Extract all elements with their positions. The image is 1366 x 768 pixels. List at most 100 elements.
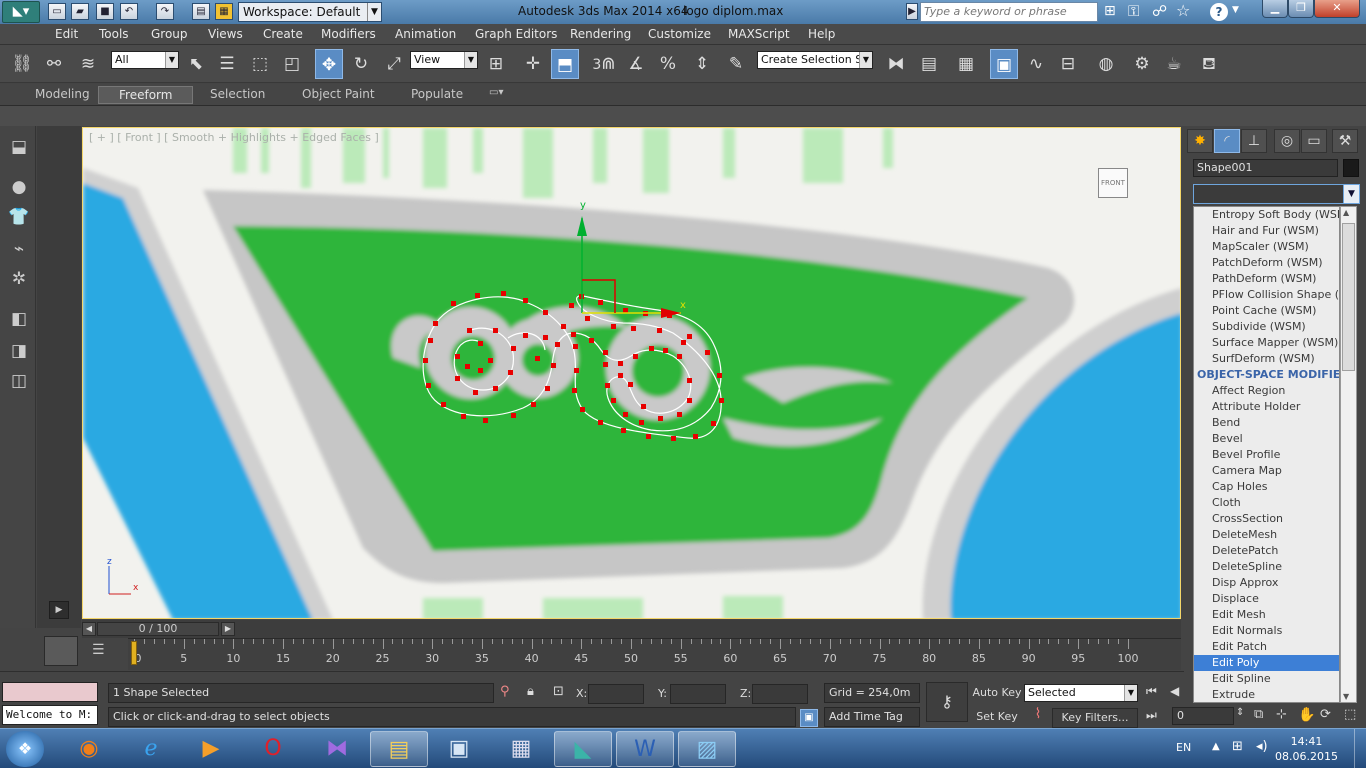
word-icon[interactable]: W <box>616 731 674 767</box>
render-production-icon[interactable]: ⛾ <box>1195 49 1223 79</box>
modifier-list-item[interactable]: Edit Mesh <box>1194 607 1339 623</box>
reference-coordinate-dropdown[interactable]: View ▼ <box>410 51 478 69</box>
layer-manager-icon[interactable]: ▦ <box>952 49 980 79</box>
start-button-icon[interactable]: ❖ <box>6 731 44 767</box>
menu-animation[interactable]: Animation <box>395 27 456 41</box>
motion-mixer-icon[interactable]: ◫ <box>6 368 32 394</box>
time-cursor[interactable] <box>131 641 137 665</box>
menu-help[interactable]: Help <box>808 27 835 41</box>
maximize-viewport-icon[interactable]: ⬚ <box>1344 707 1356 722</box>
firefox-icon[interactable]: ◉ <box>60 731 118 767</box>
tray-arrow-icon[interactable]: ▲ <box>1212 741 1220 752</box>
pan-hand-icon[interactable]: ✋ <box>1298 707 1315 723</box>
binoculars-icon[interactable]: ⊞ <box>1104 3 1116 19</box>
track-view-icon[interactable]: ◨ <box>6 338 32 364</box>
time-tag-icon[interactable]: ▣ <box>800 709 818 727</box>
rendered-frame-window-icon[interactable]: ☕ <box>1160 49 1188 79</box>
select-and-scale-icon[interactable]: ⤢ <box>380 49 408 79</box>
hierarchy-tab-icon[interactable]: ⊥ <box>1241 129 1267 153</box>
3ds-max-icon[interactable]: ◣ <box>554 731 612 767</box>
favorites-star-icon[interactable]: ☆ <box>1176 1 1190 20</box>
unlink-icon[interactable]: ⚯ <box>40 49 68 79</box>
network-icon[interactable]: ⊞ <box>1232 739 1243 754</box>
modifier-list-item[interactable]: Bend <box>1194 415 1339 431</box>
modifier-list-item[interactable]: Edit Spline <box>1194 671 1339 687</box>
modifier-list-item[interactable]: PathDeform (WSM) <box>1194 271 1339 287</box>
current-frame-field[interactable]: 0 <box>1172 707 1234 725</box>
tab-modeling[interactable]: Modeling <box>35 87 90 101</box>
modifier-list-item[interactable]: Edit Patch <box>1194 639 1339 655</box>
keyboard-shortcut-override-icon[interactable]: ⬒ <box>551 49 579 79</box>
close-button[interactable]: ✕ <box>1314 0 1360 18</box>
tab-freeform[interactable]: Freeform <box>98 86 194 104</box>
menu-modifiers[interactable]: Modifiers <box>321 27 376 41</box>
bind-space-warp-icon[interactable]: ≋ <box>74 49 102 79</box>
time-prev-arrow-icon[interactable]: ◀ <box>82 622 96 636</box>
select-by-name-icon[interactable]: ☰ <box>213 49 241 79</box>
lights-icon[interactable]: ⌁ <box>6 236 32 262</box>
go-to-start-alt-icon[interactable]: ⏭ <box>1146 708 1157 723</box>
menu-tools[interactable]: Tools <box>99 27 129 41</box>
key-tangent-icon[interactable]: ⌇ <box>1026 706 1050 726</box>
modifier-list-item[interactable]: Point Cache (WSM) <box>1194 303 1339 319</box>
auto-key-button[interactable]: Auto Key <box>972 684 1022 704</box>
photo-viewer-icon[interactable]: ▨ <box>678 731 736 767</box>
orbit-icon[interactable]: ⟳ <box>1320 707 1331 722</box>
go-to-start-icon[interactable]: ⏮ <box>1146 684 1157 699</box>
media-player-icon[interactable]: ▶ <box>182 731 240 767</box>
time-slider[interactable]: ◀ 0 / 100 ▶ <box>82 620 1181 638</box>
maxscript-mini-listener[interactable] <box>2 682 98 702</box>
modifier-list-dropdown[interactable]: ▼ <box>1193 184 1360 204</box>
volume-icon[interactable]: ◂) <box>1256 739 1268 754</box>
visual-studio-icon[interactable]: ⧓ <box>308 731 366 767</box>
create-tab-icon[interactable]: ✸ <box>1187 129 1213 153</box>
select-and-rotate-icon[interactable]: ↻ <box>347 49 375 79</box>
key-mode-dropdown[interactable]: Selected ▼ <box>1024 684 1138 702</box>
modifier-list-item[interactable]: Cloth <box>1194 495 1339 511</box>
add-time-tag-field[interactable]: Add Time Tag <box>824 707 920 727</box>
modifier-list-item[interactable]: Displace <box>1194 591 1339 607</box>
render-setup-icon[interactable]: ⚙ <box>1128 49 1156 79</box>
modifier-list-item[interactable]: Extrude <box>1194 687 1339 702</box>
tab-populate[interactable]: Populate <box>411 87 463 101</box>
trackbar-options-icon[interactable]: ☰ <box>92 642 105 658</box>
modifier-list-item[interactable]: Disp Approx <box>1194 575 1339 591</box>
named-selection-dropdown[interactable]: Create Selection Se ▼ <box>757 51 873 69</box>
presentation-icon[interactable]: ▣ <box>430 731 488 767</box>
menu-graph-editors[interactable]: Graph Editors <box>475 27 557 41</box>
animation-layer-icon[interactable]: ◧ <box>6 306 32 332</box>
menu-views[interactable]: Views <box>208 27 243 41</box>
modifier-list-item[interactable]: Edit Normals <box>1194 623 1339 639</box>
time-config-icon[interactable]: ⧉ <box>1254 707 1263 722</box>
edit-named-selections-icon[interactable]: ✎ <box>722 49 750 79</box>
modifier-list-item[interactable]: PatchDeform (WSM) <box>1194 255 1339 271</box>
redo-icon[interactable]: ↷ <box>156 3 174 20</box>
modifier-list-item[interactable]: MapScaler (WSM) <box>1194 239 1339 255</box>
prev-frame-icon[interactable]: ◀ <box>1170 684 1179 698</box>
select-and-link-icon[interactable]: ⛓ <box>8 49 36 79</box>
trackbar[interactable]: 0 5 10 15 20 25 30 35 40 45 50 55 60 65 70 75 80 85 90 95 10… <box>128 638 1181 670</box>
front-viewport[interactable]: y x z x [ + ] [ Front ] [ Smooth + Highl… <box>82 127 1181 619</box>
tab-object-paint[interactable]: Object Paint <box>302 87 375 101</box>
explorer-icon[interactable]: ▤ <box>370 731 428 767</box>
modifier-list-item[interactable]: DeleteSpline <box>1194 559 1339 575</box>
z-coord-field[interactable] <box>752 684 808 704</box>
percent-snap-icon[interactable]: % <box>654 49 682 79</box>
pivot-center-icon[interactable]: ⊞ <box>482 49 510 79</box>
window-crossing-icon[interactable]: ◰ <box>278 49 306 79</box>
menu-create[interactable]: Create <box>263 27 303 41</box>
help-dropdown-icon[interactable]: ▼ <box>1232 5 1239 15</box>
motion-tab-icon[interactable]: ◎ <box>1274 129 1300 153</box>
modifier-list-item[interactable]: Affect Region <box>1194 383 1339 399</box>
menu-edit[interactable]: Edit <box>55 27 78 41</box>
viewport-label[interactable]: [ + ] [ Front ] [ Smooth + Highlights + … <box>89 131 379 144</box>
scrollbar-thumb[interactable] <box>1342 223 1355 371</box>
communication-center-icon[interactable]: ⚿ <box>1128 2 1139 20</box>
set-key-button[interactable]: Set Key <box>972 708 1022 728</box>
modifier-list-item[interactable]: Bevel <box>1194 431 1339 447</box>
select-object-icon[interactable]: ⬉ <box>182 49 210 79</box>
utilities-tab-icon[interactable]: ⚒ <box>1332 129 1358 153</box>
open-file-icon[interactable]: ▰ <box>71 3 89 20</box>
select-and-move-icon[interactable]: ✥ <box>315 49 343 79</box>
new-file-icon[interactable]: ▭ <box>48 3 66 20</box>
